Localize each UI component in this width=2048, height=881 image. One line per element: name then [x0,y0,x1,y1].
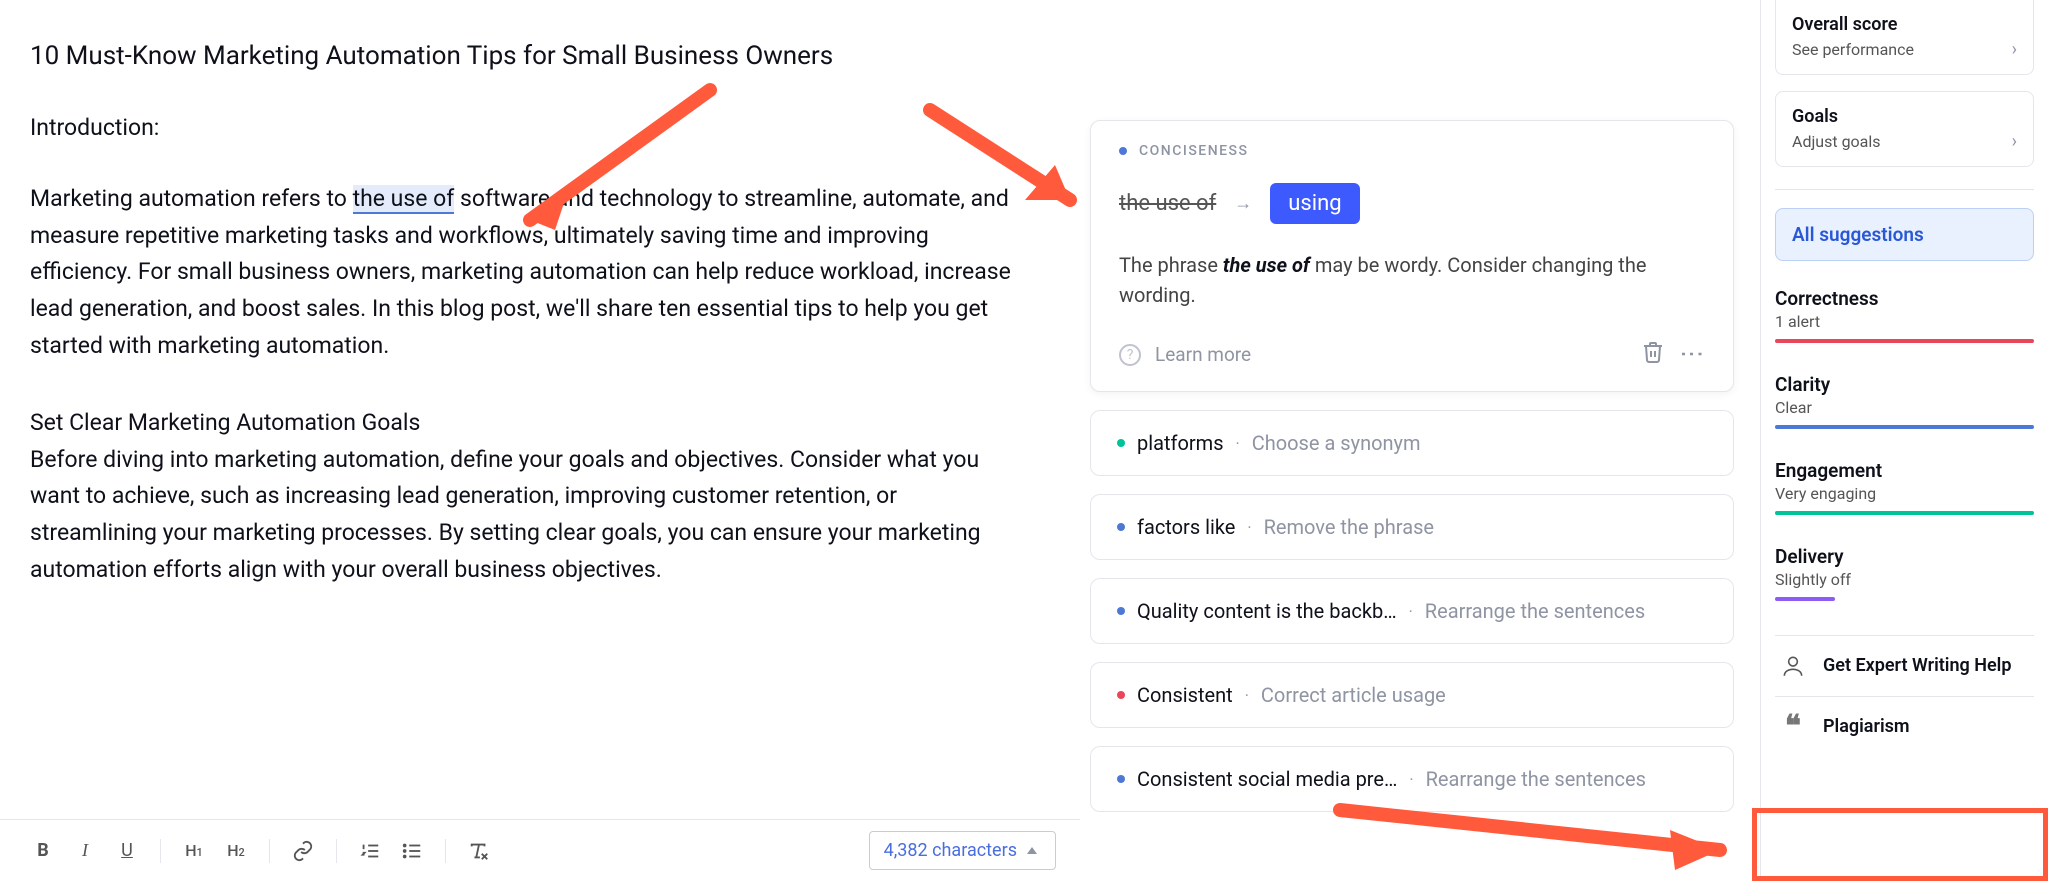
metric-sub: Slightly off [1775,570,2034,589]
metric-bar [1775,425,2034,429]
document-body[interactable]: Marketing automation refers to the use o… [30,181,1020,589]
metric-title: Engagement [1775,459,2034,482]
metric-bar [1775,511,2034,515]
section-heading-and-p2[interactable]: Set Clear Marketing Automation Goals Bef… [30,405,1020,589]
paragraph-1[interactable]: Marketing automation refers to the use o… [30,181,1020,365]
highlighted-phrase[interactable]: the use of [353,185,455,214]
chevron-right-icon: › [2012,131,2017,152]
metric-bar [1775,597,1835,601]
category-dot-icon [1117,775,1125,783]
expert-help-link[interactable]: Get Expert Writing Help [1775,635,2034,696]
quotes-icon: ❝ [1777,711,1809,743]
dot-separator: · [1409,602,1413,621]
h2-button[interactable]: H2 [217,832,255,870]
arrow-right-icon: → [1234,193,1252,214]
clear-formatting-button[interactable] [460,832,498,870]
dot-separator: · [1409,770,1413,789]
goals-box[interactable]: Goals Adjust goals › [1775,91,2034,167]
overall-score-title: Overall score [1792,14,2017,35]
metric-sub: Very engaging [1775,484,2034,503]
plagiarism-label: Plagiarism [1823,716,1910,739]
suggestions-panel: CONCISENESS the use of → using The phras… [1080,0,1760,881]
category-dot-icon [1117,439,1125,447]
metric-title: Clarity [1775,373,2034,396]
category-dot-icon [1117,691,1125,699]
dot-separator: · [1245,686,1249,705]
unordered-list-button[interactable] [393,832,431,870]
caret-up-icon [1027,847,1037,854]
italic-button[interactable]: I [66,832,104,870]
person-icon [1777,650,1809,682]
suggestion-hint: Choose a synonym [1252,431,1421,455]
suggestion-text: Quality content is the backb… [1137,599,1397,623]
original-phrase: the use of [1119,191,1216,216]
metric-title: Correctness [1775,287,2034,310]
suggestion-text: factors like [1137,515,1235,539]
toolbar-separator [160,839,161,863]
expert-help-label: Get Expert Writing Help [1823,655,2011,678]
metric-title: Delivery [1775,545,2034,568]
intro-label[interactable]: Introduction: [30,114,1020,141]
metric-bar [1775,339,2034,343]
toolbar-separator [269,839,270,863]
category-dot-icon [1117,523,1125,531]
document-title[interactable]: 10 Must-Know Marketing Automation Tips f… [30,40,1020,74]
character-count[interactable]: 4,382 characters [869,831,1056,870]
goals-title: Goals [1792,106,2017,127]
learn-more-link[interactable]: Learn more [1155,343,1251,366]
plagiarism-link[interactable]: ❝ Plagiarism [1775,696,2034,757]
overall-score-box[interactable]: Overall score See performance › [1775,0,2034,75]
active-suggestion-card[interactable]: CONCISENESS the use of → using The phras… [1090,120,1734,392]
suggestion-description: The phrase the use of may be wordy. Cons… [1119,250,1705,310]
category-dot-icon [1117,607,1125,615]
more-options-button[interactable]: ⋮ [1678,342,1706,368]
goals-sub: Adjust goals [1792,132,1881,151]
help-icon: ? [1119,344,1141,366]
divider [1775,189,2034,190]
all-suggestions-filter[interactable]: All suggestions [1775,208,2034,261]
sidebar: Overall score See performance › Goals Adj… [1760,0,2048,881]
metric-sub: 1 alert [1775,312,2034,331]
suggestion-text: Consistent [1137,683,1233,707]
bold-button[interactable]: B [24,832,62,870]
metric-clarity[interactable]: Clarity Clear [1775,373,2034,429]
p1-before: Marketing automation refers to [30,185,353,212]
suggestion-item[interactable]: platforms · Choose a synonym [1090,410,1734,476]
metric-sub: Clear [1775,398,2034,417]
suggestion-hint: Correct article usage [1261,683,1446,707]
dot-separator: · [1247,518,1251,537]
suggestion-hint: Remove the phrase [1264,515,1434,539]
dot-separator: · [1236,434,1240,453]
suggestion-text: platforms [1137,431,1224,455]
suggestion-hint: Rearrange the sentences [1426,767,1646,791]
dismiss-suggestion-button[interactable] [1641,340,1665,369]
metric-delivery[interactable]: Delivery Slightly off [1775,545,2034,601]
toolbar-separator [336,839,337,863]
suggestion-category: CONCISENESS [1139,143,1249,159]
section-heading: Set Clear Marketing Automation Goals [30,409,420,436]
suggestion-hint: Rearrange the sentences [1425,599,1645,623]
document-editor[interactable]: 10 Must-Know Marketing Automation Tips f… [0,0,1080,881]
suggestion-item[interactable]: factors like · Remove the phrase [1090,494,1734,560]
paragraph-2: Before diving into marketing automation,… [30,446,981,583]
suggestion-item[interactable]: Consistent social media pre… · Rearrange… [1090,746,1734,812]
suggestion-text: Consistent social media pre… [1137,767,1397,791]
link-button[interactable] [284,832,322,870]
toolbar-separator [445,839,446,863]
chevron-right-icon: › [2012,39,2017,60]
suggestion-item[interactable]: Consistent · Correct article usage [1090,662,1734,728]
ordered-list-button[interactable] [351,832,389,870]
character-count-label: 4,382 characters [884,840,1017,861]
metric-engagement[interactable]: Engagement Very engaging [1775,459,2034,515]
h1-button[interactable]: H1 [175,832,213,870]
metric-correctness[interactable]: Correctness 1 alert [1775,287,2034,343]
category-dot-icon [1119,147,1127,155]
formatting-toolbar: B I U H1 H2 4,382 characters [0,819,1080,881]
underline-button[interactable]: U [108,832,146,870]
replacement-button[interactable]: using [1270,183,1359,224]
suggestion-item[interactable]: Quality content is the backb… · Rearrang… [1090,578,1734,644]
overall-score-sub: See performance [1792,40,1914,59]
